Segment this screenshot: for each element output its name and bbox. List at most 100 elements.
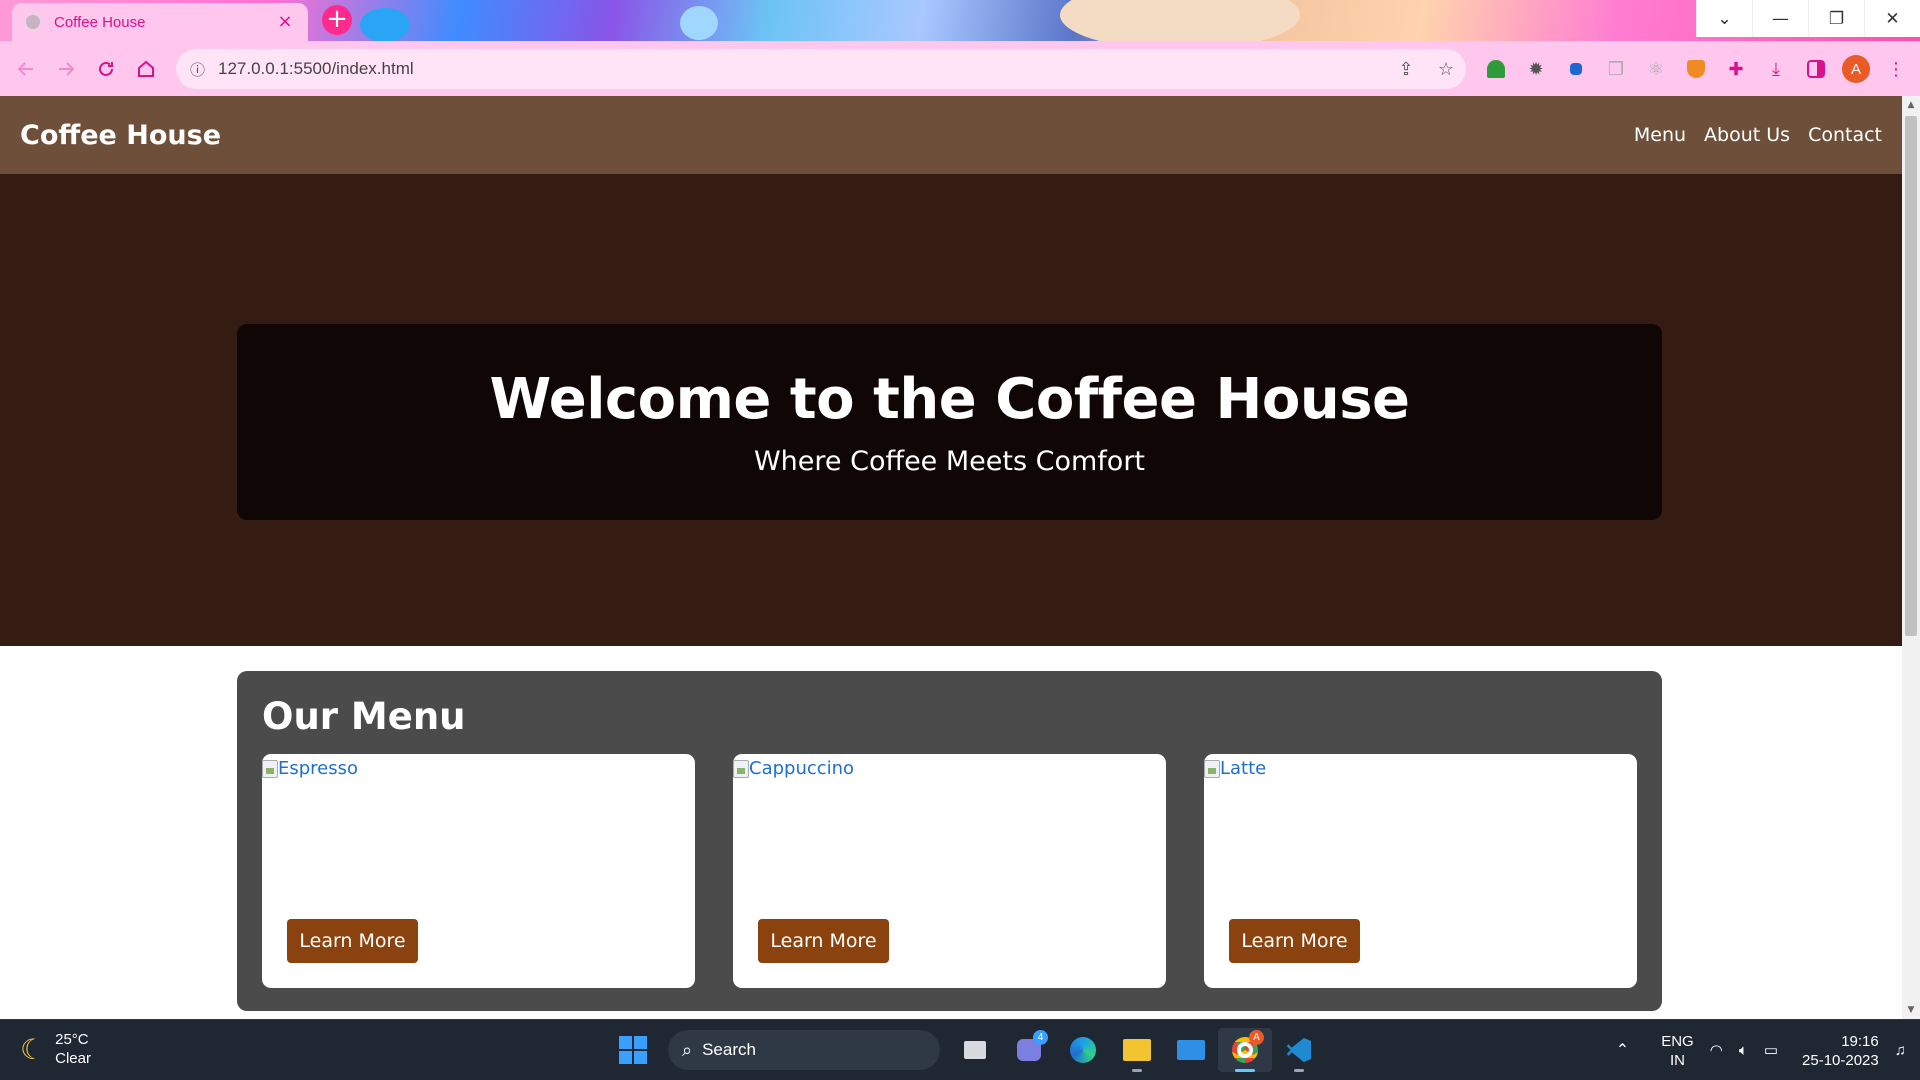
- nav-link-contact[interactable]: Contact: [1808, 124, 1882, 146]
- windows-icon: [619, 1036, 647, 1064]
- menu-card-cappuccino: Cappuccino Learn More: [733, 754, 1166, 988]
- wallpaper-shape: [1060, 0, 1300, 41]
- info-icon[interactable]: ⓘ: [190, 59, 218, 80]
- site-logo[interactable]: Coffee House: [20, 120, 221, 151]
- taskbar-search[interactable]: ⌕ Search: [668, 1030, 940, 1070]
- download-icon[interactable]: ⤓: [1756, 49, 1796, 89]
- side-panel-icon[interactable]: [1796, 49, 1836, 89]
- battery-icon[interactable]: ▭: [1764, 1041, 1778, 1060]
- weather-widget[interactable]: ☾ 25°C Clear: [20, 1030, 91, 1068]
- broken-image-icon: [1204, 759, 1220, 778]
- running-indicator: [1294, 1069, 1304, 1072]
- mail-icon: [1177, 1040, 1205, 1060]
- folder-icon: [1123, 1039, 1151, 1061]
- nav-link-about-us[interactable]: About Us: [1704, 124, 1790, 146]
- home-icon: [138, 60, 154, 77]
- minimize-button[interactable]: —: [1752, 0, 1808, 37]
- system-tray: ⌃ ENG IN ◠ 🔈︎ ▭ 19:16 25-10-2023 ♫: [1608, 1020, 1920, 1080]
- address-bar[interactable]: ⓘ 127.0.0.1:5500/index.html ⇪ ☆: [176, 49, 1466, 89]
- wifi-icon[interactable]: ◠: [1710, 1041, 1723, 1060]
- region-code: IN: [1669, 1051, 1685, 1069]
- task-view-icon: [964, 1041, 986, 1059]
- chrome-button[interactable]: A: [1218, 1028, 1272, 1072]
- clock[interactable]: 19:16 25-10-2023: [1802, 1032, 1879, 1070]
- clock-date: 25-10-2023: [1802, 1051, 1879, 1069]
- extensions-area: ✹ ❐ ⚛ ✚ ⤓ A ⋮: [1476, 49, 1916, 89]
- weather-description: Clear: [55, 1050, 91, 1067]
- taskbar: ☾ 25°C Clear ⌕ Search 4 A ⌃ ENG IN ◠ 🔈︎ …: [0, 1019, 1920, 1080]
- home-button[interactable]: [126, 49, 166, 89]
- fox-extension-icon[interactable]: [1676, 49, 1716, 89]
- file-explorer-button[interactable]: [1110, 1028, 1164, 1072]
- image-alt-text: Cappuccino: [749, 758, 855, 779]
- wallpaper-shape: [680, 6, 718, 40]
- menu-cards: Espresso Learn More Cappuccino Learn Mor…: [262, 754, 1637, 988]
- hero-title: Welcome to the Coffee House: [489, 367, 1410, 432]
- close-tab-icon[interactable]: ×: [274, 11, 296, 33]
- site-nav: Menu About Us Contact: [1616, 124, 1882, 146]
- scroll-down-icon[interactable]: ▼: [1902, 1001, 1920, 1019]
- notification-bell-icon[interactable]: ♫: [1895, 1041, 1906, 1060]
- arrow-left-icon: [17, 61, 33, 76]
- image-alt-text: Latte: [1220, 758, 1267, 779]
- reload-button[interactable]: [86, 49, 126, 89]
- nav-link-menu[interactable]: Menu: [1634, 124, 1686, 146]
- volume-icon[interactable]: 🔈︎: [1739, 1041, 1748, 1060]
- broken-image-icon: [262, 759, 278, 778]
- broken-image-espresso: Espresso: [262, 758, 358, 779]
- search-icon: ⌕: [682, 1039, 693, 1060]
- hero-section: Welcome to the Coffee House Where Coffee…: [0, 174, 1902, 646]
- new-tab-button[interactable]: +: [322, 5, 352, 35]
- active-indicator: [1235, 1069, 1255, 1072]
- language-indicator[interactable]: ENG IN: [1661, 1032, 1694, 1070]
- color-picker-extension-icon[interactable]: [1556, 49, 1596, 89]
- taskbar-apps: ⌕ Search 4 A: [606, 1028, 1326, 1072]
- share-icon[interactable]: ⇪: [1386, 59, 1426, 80]
- chevron-up-icon[interactable]: ⌃: [1616, 1041, 1629, 1060]
- site-header: Coffee House Menu About Us Contact: [0, 96, 1902, 174]
- tree-extension-icon[interactable]: [1476, 49, 1516, 89]
- vscode-button[interactable]: [1272, 1028, 1326, 1072]
- kebab-menu-icon[interactable]: ⋮: [1876, 49, 1916, 89]
- tab-strip: Coffee House × + ⌄ — ❐ ✕: [0, 0, 1920, 41]
- mail-button[interactable]: [1164, 1028, 1218, 1072]
- weather-temperature: 25°C: [55, 1031, 89, 1048]
- scroll-up-icon[interactable]: ▲: [1902, 96, 1920, 114]
- restore-button[interactable]: ❐: [1808, 0, 1864, 37]
- start-button[interactable]: [606, 1028, 660, 1072]
- arrow-right-icon: [59, 61, 75, 76]
- profile-button[interactable]: A: [1836, 49, 1876, 89]
- image-alt-text: Espresso: [278, 758, 359, 779]
- profile-badge: A: [1249, 1030, 1264, 1045]
- bookmark-star-icon[interactable]: ☆: [1426, 59, 1466, 80]
- learn-more-button[interactable]: Learn More: [287, 919, 418, 963]
- back-button[interactable]: [6, 49, 46, 89]
- tab-coffee-house[interactable]: Coffee House ×: [12, 3, 308, 41]
- tab-title: Coffee House: [54, 13, 146, 31]
- puzzle-icon[interactable]: ✚: [1716, 49, 1756, 89]
- bug-extension-icon[interactable]: ✹: [1516, 49, 1556, 89]
- page-viewport: Coffee House Menu About Us Contact Welco…: [0, 96, 1902, 1019]
- task-view-button[interactable]: [948, 1028, 1002, 1072]
- vertical-scrollbar[interactable]: ▲ ▼: [1902, 96, 1920, 1019]
- teams-button[interactable]: 4: [1002, 1028, 1056, 1072]
- tab-search-button[interactable]: ⌄: [1696, 0, 1752, 37]
- browser-toolbar: ⓘ 127.0.0.1:5500/index.html ⇪ ☆ ✹ ❐ ⚛ ✚ …: [0, 41, 1920, 96]
- broken-image-cappuccino: Cappuccino: [733, 758, 854, 779]
- scrollbar-thumb[interactable]: [1905, 116, 1917, 636]
- edge-button[interactable]: [1056, 1028, 1110, 1072]
- language-code: ENG: [1661, 1032, 1694, 1050]
- window-controls: ⌄ — ❐ ✕: [1696, 0, 1920, 37]
- react-extension-icon[interactable]: ⚛: [1636, 49, 1676, 89]
- notification-badge: 4: [1033, 1030, 1048, 1045]
- hero-box: Welcome to the Coffee House Where Coffee…: [237, 324, 1662, 520]
- running-indicator: [1132, 1069, 1142, 1072]
- forward-button[interactable]: [46, 49, 86, 89]
- copy-extension-icon[interactable]: ❐: [1596, 49, 1636, 89]
- close-window-button[interactable]: ✕: [1864, 0, 1920, 37]
- learn-more-button[interactable]: Learn More: [1229, 919, 1360, 963]
- hero-subtitle: Where Coffee Meets Comfort: [753, 446, 1146, 477]
- menu-section: Our Menu Espresso Learn More Cappuccino …: [237, 671, 1662, 1011]
- learn-more-button[interactable]: Learn More: [758, 919, 889, 963]
- url-text[interactable]: 127.0.0.1:5500/index.html: [218, 59, 1386, 79]
